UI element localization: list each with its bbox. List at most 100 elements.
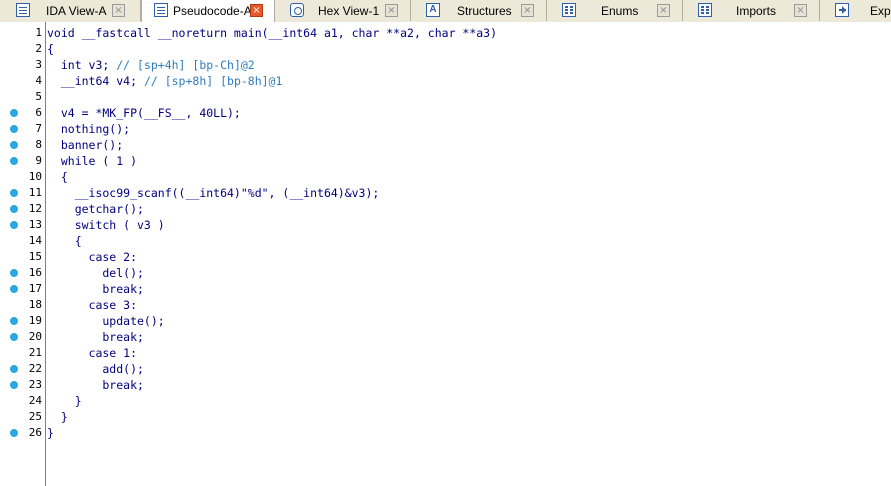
line-number: 4 xyxy=(35,74,42,87)
code-line[interactable]: { xyxy=(47,41,54,57)
line-gutter: 1 2 3 4 5 6 7 8 9 10 11 12 13 14 15 16 17 18 19 20 21 22 23 24 2… xyxy=(0,22,46,486)
line-number: 26 xyxy=(28,426,42,439)
close-icon[interactable]: × xyxy=(657,4,670,17)
code-line[interactable]: void __fastcall __noreturn main(__int64 … xyxy=(47,25,497,41)
code-line[interactable]: case 2: xyxy=(47,249,137,265)
pseudocode-editor[interactable]: 1 2 3 4 5 6 7 8 9 10 11 12 13 14 15 16 17 18 19 20 21 22 23 24 2… xyxy=(0,22,891,486)
code-text: void __fastcall __noreturn main(__int64 … xyxy=(47,26,498,40)
code-line[interactable]: } xyxy=(47,393,82,409)
code-line[interactable]: case 1: xyxy=(47,345,137,361)
code-text: __isoc99_scanf((__int64)"%d", (__int64)&… xyxy=(47,186,380,200)
breakpoint-marker-icon[interactable] xyxy=(10,381,18,389)
close-icon[interactable]: × xyxy=(250,4,263,17)
code-text: add(); xyxy=(47,362,144,376)
line-number: 6 xyxy=(35,106,42,119)
code-line[interactable]: case 3: xyxy=(47,297,137,313)
tab-exports[interactable]: Exp xyxy=(820,0,891,21)
code-line[interactable]: { xyxy=(47,233,82,249)
hex-view-icon xyxy=(290,3,304,17)
tab-label: Enums xyxy=(601,4,639,18)
tab-ida-view-a[interactable]: IDA View-A × xyxy=(0,0,141,21)
line-number: 7 xyxy=(35,122,42,135)
code-line[interactable]: getchar(); xyxy=(47,201,144,217)
close-icon[interactable]: × xyxy=(794,4,807,17)
line-number: 12 xyxy=(28,202,42,215)
tab-pseudocode-a[interactable]: Pseudocode-A × xyxy=(141,0,275,22)
code-line[interactable]: } xyxy=(47,425,54,441)
code-text: update(); xyxy=(47,314,165,328)
code-line[interactable]: while ( 1 ) xyxy=(47,153,137,169)
breakpoint-marker-icon[interactable] xyxy=(10,125,18,133)
code-text: break; xyxy=(47,282,144,296)
ida-view-icon xyxy=(16,3,30,17)
close-icon[interactable]: × xyxy=(385,4,398,17)
breakpoint-marker-icon[interactable] xyxy=(10,109,18,117)
code-text: { xyxy=(47,42,54,56)
line-number: 9 xyxy=(35,154,42,167)
close-icon[interactable]: × xyxy=(112,4,125,17)
line-number: 25 xyxy=(28,410,42,423)
tab-label: IDA View-A xyxy=(46,4,107,18)
code-text: { xyxy=(47,234,82,248)
code-line[interactable]: { xyxy=(47,169,68,185)
line-number: 24 xyxy=(28,394,42,407)
code-line[interactable]: banner(); xyxy=(47,137,123,153)
code-line[interactable]: break; xyxy=(47,281,144,297)
code-text: del(); xyxy=(47,266,144,280)
breakpoint-marker-icon[interactable] xyxy=(10,205,18,213)
code-line[interactable]: break; xyxy=(47,377,144,393)
code-text: int v3; xyxy=(47,58,117,72)
close-icon[interactable]: × xyxy=(521,4,534,17)
code-text: case 3: xyxy=(47,298,138,312)
code-text: while ( 1 ) xyxy=(47,154,138,168)
breakpoint-marker-icon[interactable] xyxy=(10,317,18,325)
line-number: 10 xyxy=(28,170,42,183)
code-text: } xyxy=(47,394,82,408)
tab-enums[interactable]: Enums × xyxy=(547,0,683,21)
line-number: 17 xyxy=(28,282,42,295)
breakpoint-marker-icon[interactable] xyxy=(10,333,18,341)
line-number: 3 xyxy=(35,58,42,71)
tab-hex-view-1[interactable]: Hex View-1 × xyxy=(275,0,411,21)
code-line[interactable]: break; xyxy=(47,329,144,345)
tab-imports[interactable]: Imports × xyxy=(683,0,820,21)
code-line[interactable]: nothing(); xyxy=(47,121,130,137)
breakpoint-marker-icon[interactable] xyxy=(10,141,18,149)
line-number: 15 xyxy=(28,250,42,263)
code-line[interactable]: add(); xyxy=(47,361,144,377)
breakpoint-marker-icon[interactable] xyxy=(10,157,18,165)
code-line[interactable]: int v3; // [sp+4h] [bp-Ch]@2 xyxy=(47,57,255,73)
tab-label: Pseudocode-A xyxy=(173,4,252,18)
code-comment: // [sp+8h] [bp-8h]@1 xyxy=(143,74,283,88)
line-number: 16 xyxy=(28,266,42,279)
pseudocode-icon xyxy=(154,3,168,17)
tab-structures[interactable]: A Structures × xyxy=(411,0,547,21)
line-number: 21 xyxy=(28,346,42,359)
code-text: switch ( v3 ) xyxy=(47,218,165,232)
code-text: __int64 v4; xyxy=(47,74,144,88)
code-line[interactable]: v4 = *MK_FP(__FS__, 40LL); xyxy=(47,105,241,121)
code-text: v4 = *MK_FP(__FS__, 40LL); xyxy=(47,106,241,120)
code-line[interactable]: __int64 v4; // [sp+8h] [bp-8h]@1 xyxy=(47,73,283,89)
code-text: } xyxy=(47,426,54,440)
exports-icon xyxy=(835,3,849,17)
line-number: 5 xyxy=(35,90,42,103)
breakpoint-marker-icon[interactable] xyxy=(10,429,18,437)
line-number: 8 xyxy=(35,138,42,151)
code-line[interactable]: del(); xyxy=(47,265,144,281)
code-area[interactable]: void __fastcall __noreturn main(__int64 … xyxy=(47,22,891,486)
code-text: getchar(); xyxy=(47,202,144,216)
breakpoint-marker-icon[interactable] xyxy=(10,365,18,373)
breakpoint-marker-icon[interactable] xyxy=(10,221,18,229)
breakpoint-marker-icon[interactable] xyxy=(10,189,18,197)
code-line[interactable]: update(); xyxy=(47,313,165,329)
code-text: { xyxy=(47,170,68,184)
line-number: 1 xyxy=(35,26,42,39)
breakpoint-marker-icon[interactable] xyxy=(10,269,18,277)
tab-label: Hex View-1 xyxy=(318,4,380,18)
breakpoint-marker-icon[interactable] xyxy=(10,285,18,293)
code-line[interactable]: } xyxy=(47,409,68,425)
code-line[interactable]: __isoc99_scanf((__int64)"%d", (__int64)&… xyxy=(47,185,380,201)
code-line[interactable]: switch ( v3 ) xyxy=(47,217,165,233)
line-number: 22 xyxy=(28,362,42,375)
